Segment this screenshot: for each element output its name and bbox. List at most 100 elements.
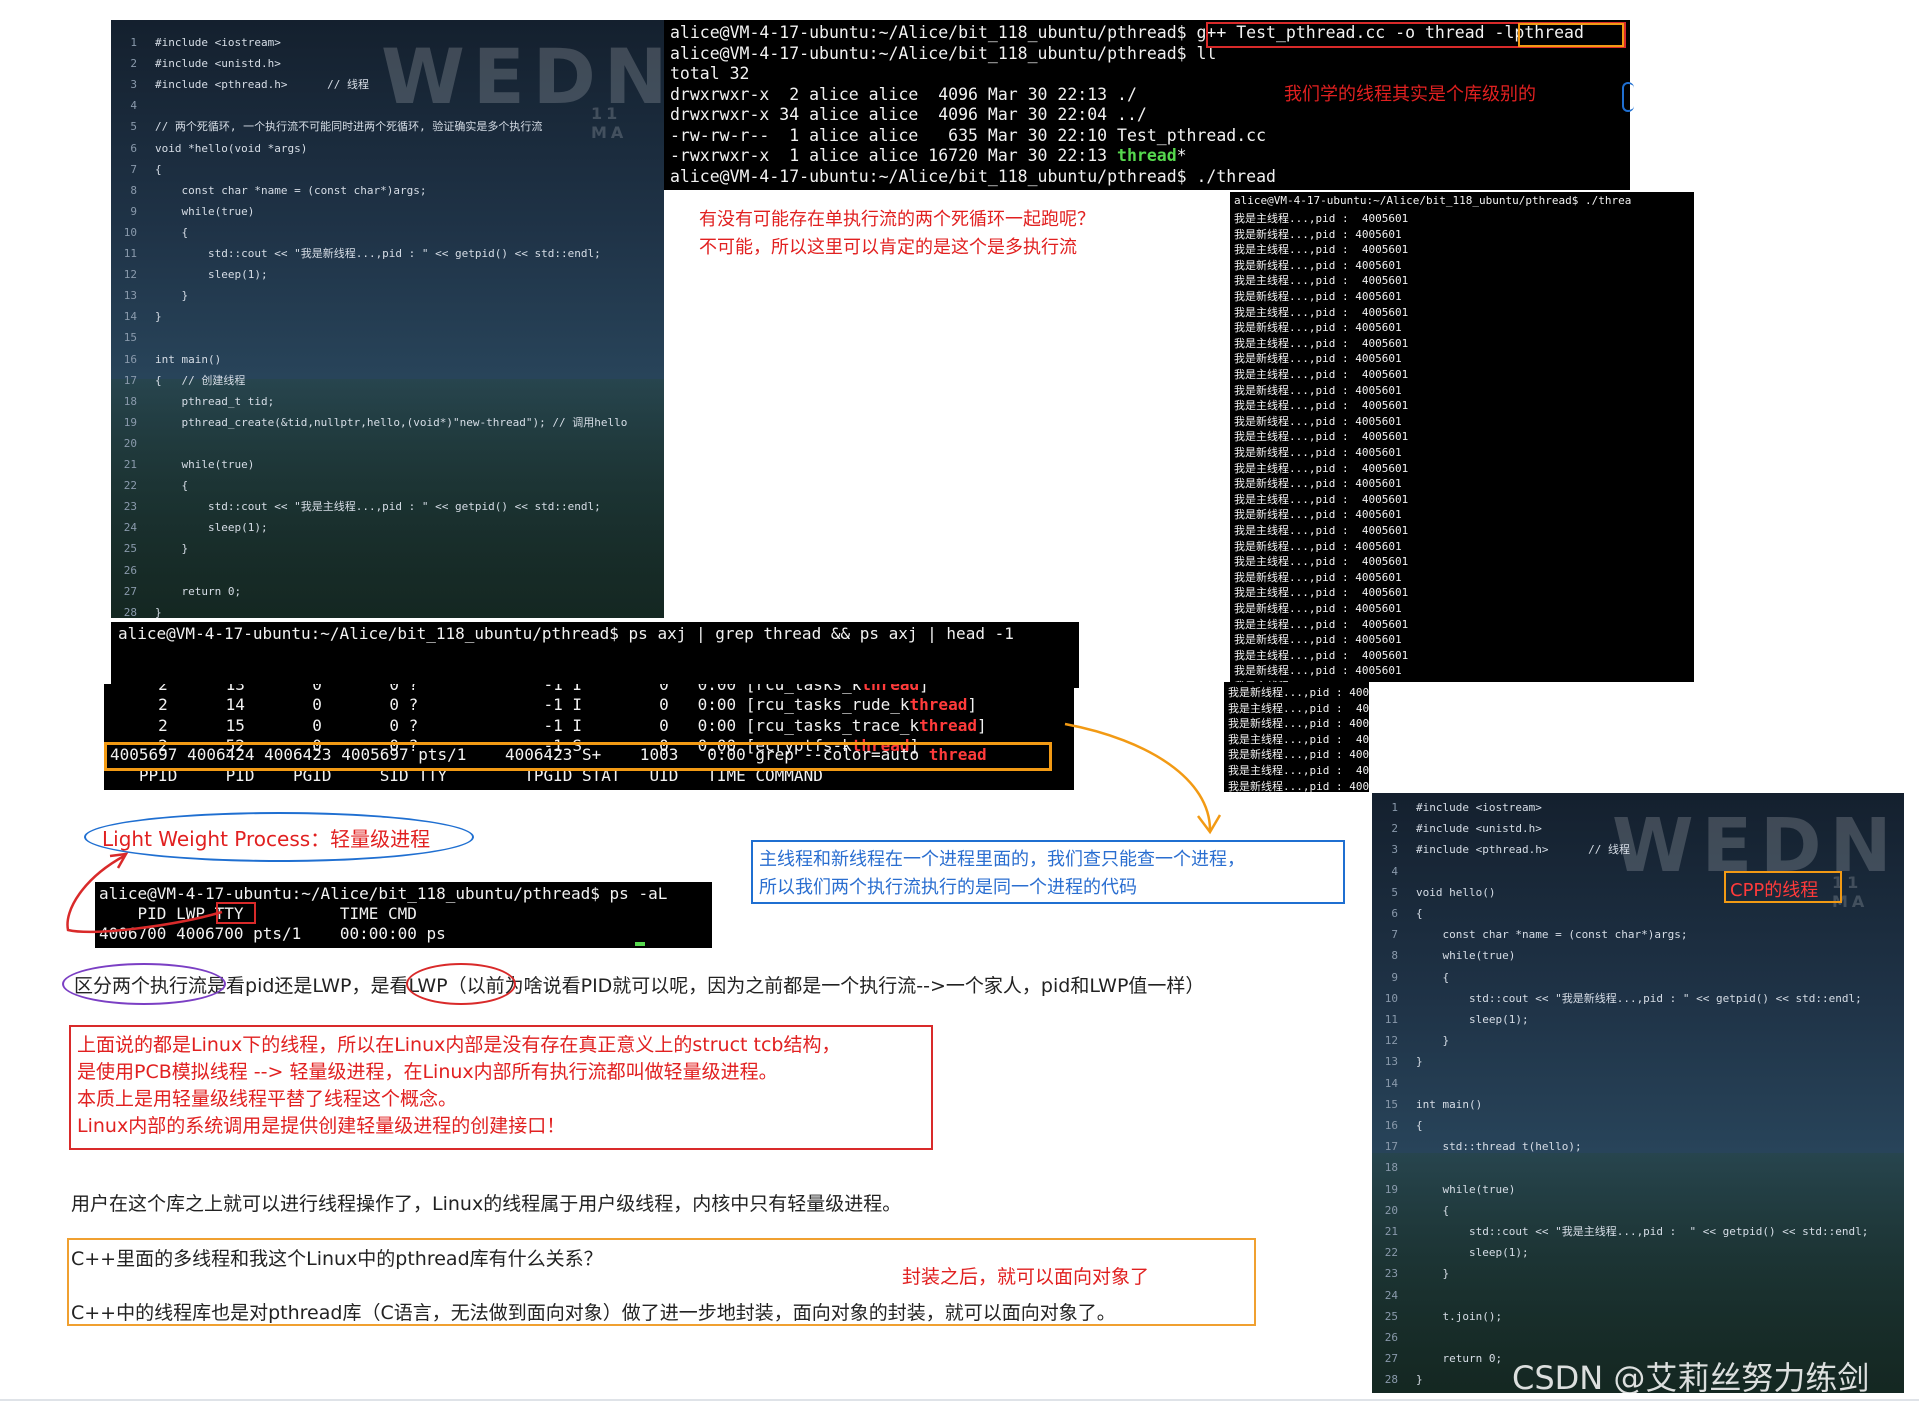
line-number: 13 bbox=[1384, 1055, 1398, 1069]
line-code: #include <unistd.h> bbox=[155, 57, 281, 71]
code-line: 7 const char *name = (const char*)args; bbox=[1372, 924, 1904, 945]
line-number: 19 bbox=[1384, 1182, 1398, 1196]
output-line: 我是主线程...,pid : 4005601 bbox=[1228, 701, 1369, 715]
code-line: 23 } bbox=[1372, 1263, 1904, 1284]
ps-row: 2 13 0 0 ? -1 I 0 0:00 [rcu_tasks_kthrea… bbox=[110, 684, 929, 694]
purple-ellipse bbox=[62, 963, 226, 1005]
code-editor-pthread: WEDNE 11 MA 1#include <iostream>2#includ… bbox=[111, 20, 664, 618]
output-line: 我是主线程...,pid : 4005601 bbox=[1234, 243, 1409, 257]
code-line: 26 bbox=[1372, 1327, 1904, 1348]
code-line: 22 sleep(1); bbox=[1372, 1242, 1904, 1263]
code-line: 24 sleep(1); bbox=[111, 517, 664, 538]
ll-row: -rw-rw-r-- 1 alice alice 635 Mar 30 22:1… bbox=[670, 126, 1267, 145]
code-line: 24 bbox=[1372, 1285, 1904, 1306]
prompt: alice@VM-4-17-ubuntu:~/Alice/bit_118_ubu… bbox=[670, 23, 1197, 42]
code-line: 26 bbox=[111, 560, 664, 581]
summary-line: Linux内部的系统调用是提供创建轻量级进程的创建接口！ bbox=[77, 1115, 566, 1137]
code-line: 2 #include <unistd.h> bbox=[1372, 818, 1904, 839]
ps-row-text: 2 13 0 0 ? -1 I 0 0:00 [rcu_tasks_k bbox=[110, 684, 862, 694]
output-line: 我是新线程...,pid : 4005601 bbox=[1234, 227, 1402, 241]
line-code: std::thread t(hello); bbox=[1416, 1140, 1582, 1154]
line-code: t.join(); bbox=[1416, 1309, 1503, 1323]
output-line: 我是主线程...,pid : 4005601 bbox=[1234, 336, 1409, 350]
line-code: while(true) bbox=[1416, 949, 1516, 963]
line-code: std::cout << "我是主线程...,pid : " << getpid… bbox=[1416, 1225, 1869, 1238]
line-code: } bbox=[1416, 1055, 1423, 1069]
line-code: } bbox=[155, 542, 189, 556]
line-number: 24 bbox=[123, 521, 137, 535]
output-line: 我是主线程...,pid : 4005601 bbox=[1234, 368, 1409, 381]
line-number: 10 bbox=[1384, 991, 1398, 1005]
line-code: } bbox=[155, 289, 189, 303]
line-number: 22 bbox=[1384, 1246, 1398, 1260]
run-command: alice@VM-4-17-ubuntu:~/Alice/bit_118_ubu… bbox=[670, 167, 1276, 186]
ll-row: drwxrwxr-x 2 alice alice 4096 Mar 30 22:… bbox=[670, 85, 1137, 104]
code-line: 13 } bbox=[111, 285, 664, 306]
line-number: 5 bbox=[1391, 885, 1398, 899]
ps-row: 2 15 0 0 ? -1 I 0 0:00 [rcu_tasks_trace_… bbox=[110, 715, 986, 735]
output-line: 我是新线程...,pid : 4005601 bbox=[1234, 477, 1402, 491]
line-code: #include <pthread.h> // 线程 bbox=[155, 78, 370, 92]
user-level-thread-text: 用户在这个库之上就可以进行线程操作了，Linux的线程属于用户级线程，内核中只有… bbox=[71, 1193, 902, 1215]
output-line: 我是主线程...,pid : 4005601 bbox=[1234, 212, 1409, 225]
output-line: 我是新线程...,pid : 4005601 bbox=[1234, 570, 1402, 584]
output-line: 我是新线程...,pid : 4005601 bbox=[1234, 633, 1402, 647]
highlight-box-grep bbox=[104, 742, 1052, 771]
line-code: int main() bbox=[155, 352, 222, 366]
line-code: { bbox=[1416, 1119, 1423, 1132]
code-line: 8 const char *name = (const char*)args; bbox=[111, 180, 664, 201]
code-line: 2 #include <unistd.h> bbox=[111, 53, 664, 74]
code-line: 5 // 两个死循环, 一个执行流不可能同时进两个死循环, 验证确实是多个执行流 bbox=[111, 116, 664, 137]
output-line: 我是主线程...,pid : 4005601 bbox=[1228, 764, 1369, 777]
line-code: { bbox=[155, 225, 189, 239]
line-number: 14 bbox=[1384, 1076, 1398, 1090]
line-number: 1 bbox=[130, 36, 137, 49]
output-header: alice@VM-4-17-ubuntu:~/Alice/bit_118_ubu… bbox=[1234, 194, 1632, 207]
output-line: 我是新线程...,pid : 4005601 bbox=[1234, 321, 1402, 335]
code-line: 20 { bbox=[1372, 1200, 1904, 1221]
line-code: void *hello(void *args) bbox=[155, 141, 308, 155]
code-line: 12 } bbox=[1372, 1030, 1904, 1051]
line-number: 4 bbox=[1391, 864, 1398, 878]
line-number: 23 bbox=[1384, 1267, 1398, 1281]
line-code: } bbox=[1416, 1267, 1450, 1281]
code-line: 3 #include <pthread.h> // 线程 bbox=[111, 74, 664, 95]
output-line: 我是新线程...,pid : 4005601 bbox=[1234, 602, 1402, 615]
cpp-question: C++里面的多线程和我这个Linux中的pthread库有什么关系？ bbox=[71, 1248, 603, 1270]
line-number: 15 bbox=[123, 331, 137, 345]
code-line: 20 bbox=[111, 433, 664, 454]
ps-row-text: ] bbox=[967, 695, 977, 714]
line-number: 18 bbox=[123, 394, 137, 408]
output-rows: 我是主线程...,pid : 4005601 我是新线程...,pid : 400… bbox=[1234, 210, 1694, 682]
line-number: 25 bbox=[123, 542, 137, 556]
code-line: 15 int main() bbox=[1372, 1094, 1904, 1115]
grep-match: thread bbox=[909, 695, 968, 714]
code-line: 9 { bbox=[1372, 967, 1904, 988]
cpp-answer: C++中的线程库也是对pthread库（C语言，无法做到面向对象）做了进一步地封… bbox=[71, 1302, 1116, 1324]
line-code: { bbox=[1416, 970, 1450, 984]
line-number: 12 bbox=[1384, 1034, 1398, 1048]
output-line: 我是新线程...,pid : 4005601 bbox=[1234, 446, 1402, 459]
line-number: 20 bbox=[123, 436, 137, 450]
line-number: 1 bbox=[1391, 801, 1398, 814]
line-code: #include <pthread.h> // 线程 bbox=[1416, 843, 1631, 857]
line-number: 19 bbox=[123, 415, 137, 429]
distinguish-statement: 区分两个执行流是看pid还是LWP，是看LWP（以前为啥说看PID就可以呢，因为… bbox=[74, 971, 1204, 998]
page-divider bbox=[0, 1399, 1919, 1401]
code-line: 22 { bbox=[111, 475, 664, 496]
line-number: 20 bbox=[1384, 1203, 1398, 1217]
red-ellipse-lwp bbox=[406, 963, 516, 1005]
highlight-box-lpthread bbox=[1518, 23, 1624, 47]
code-line: 4 bbox=[111, 95, 664, 116]
line-number: 7 bbox=[1391, 928, 1398, 942]
line-number: 28 bbox=[1384, 1373, 1398, 1387]
terminal-ps-axj-rows: 0 2 0 0 ? -1 S 0 0:00 [kthreadd] 2 13 0 … bbox=[104, 684, 1074, 790]
line-number: 7 bbox=[130, 162, 137, 176]
grep-match: thread bbox=[919, 715, 977, 735]
summary-line: 本质上是用轻量级线程平替了线程这个概念。 bbox=[77, 1088, 458, 1110]
ps-row-text: 2 14 0 0 ? -1 I 0 0:00 [rcu_tasks_rude_k bbox=[110, 695, 910, 714]
line-number: 12 bbox=[123, 268, 137, 282]
line-number: 11 bbox=[1384, 1013, 1398, 1026]
line-number: 27 bbox=[123, 584, 137, 598]
line-number: 26 bbox=[123, 563, 137, 577]
